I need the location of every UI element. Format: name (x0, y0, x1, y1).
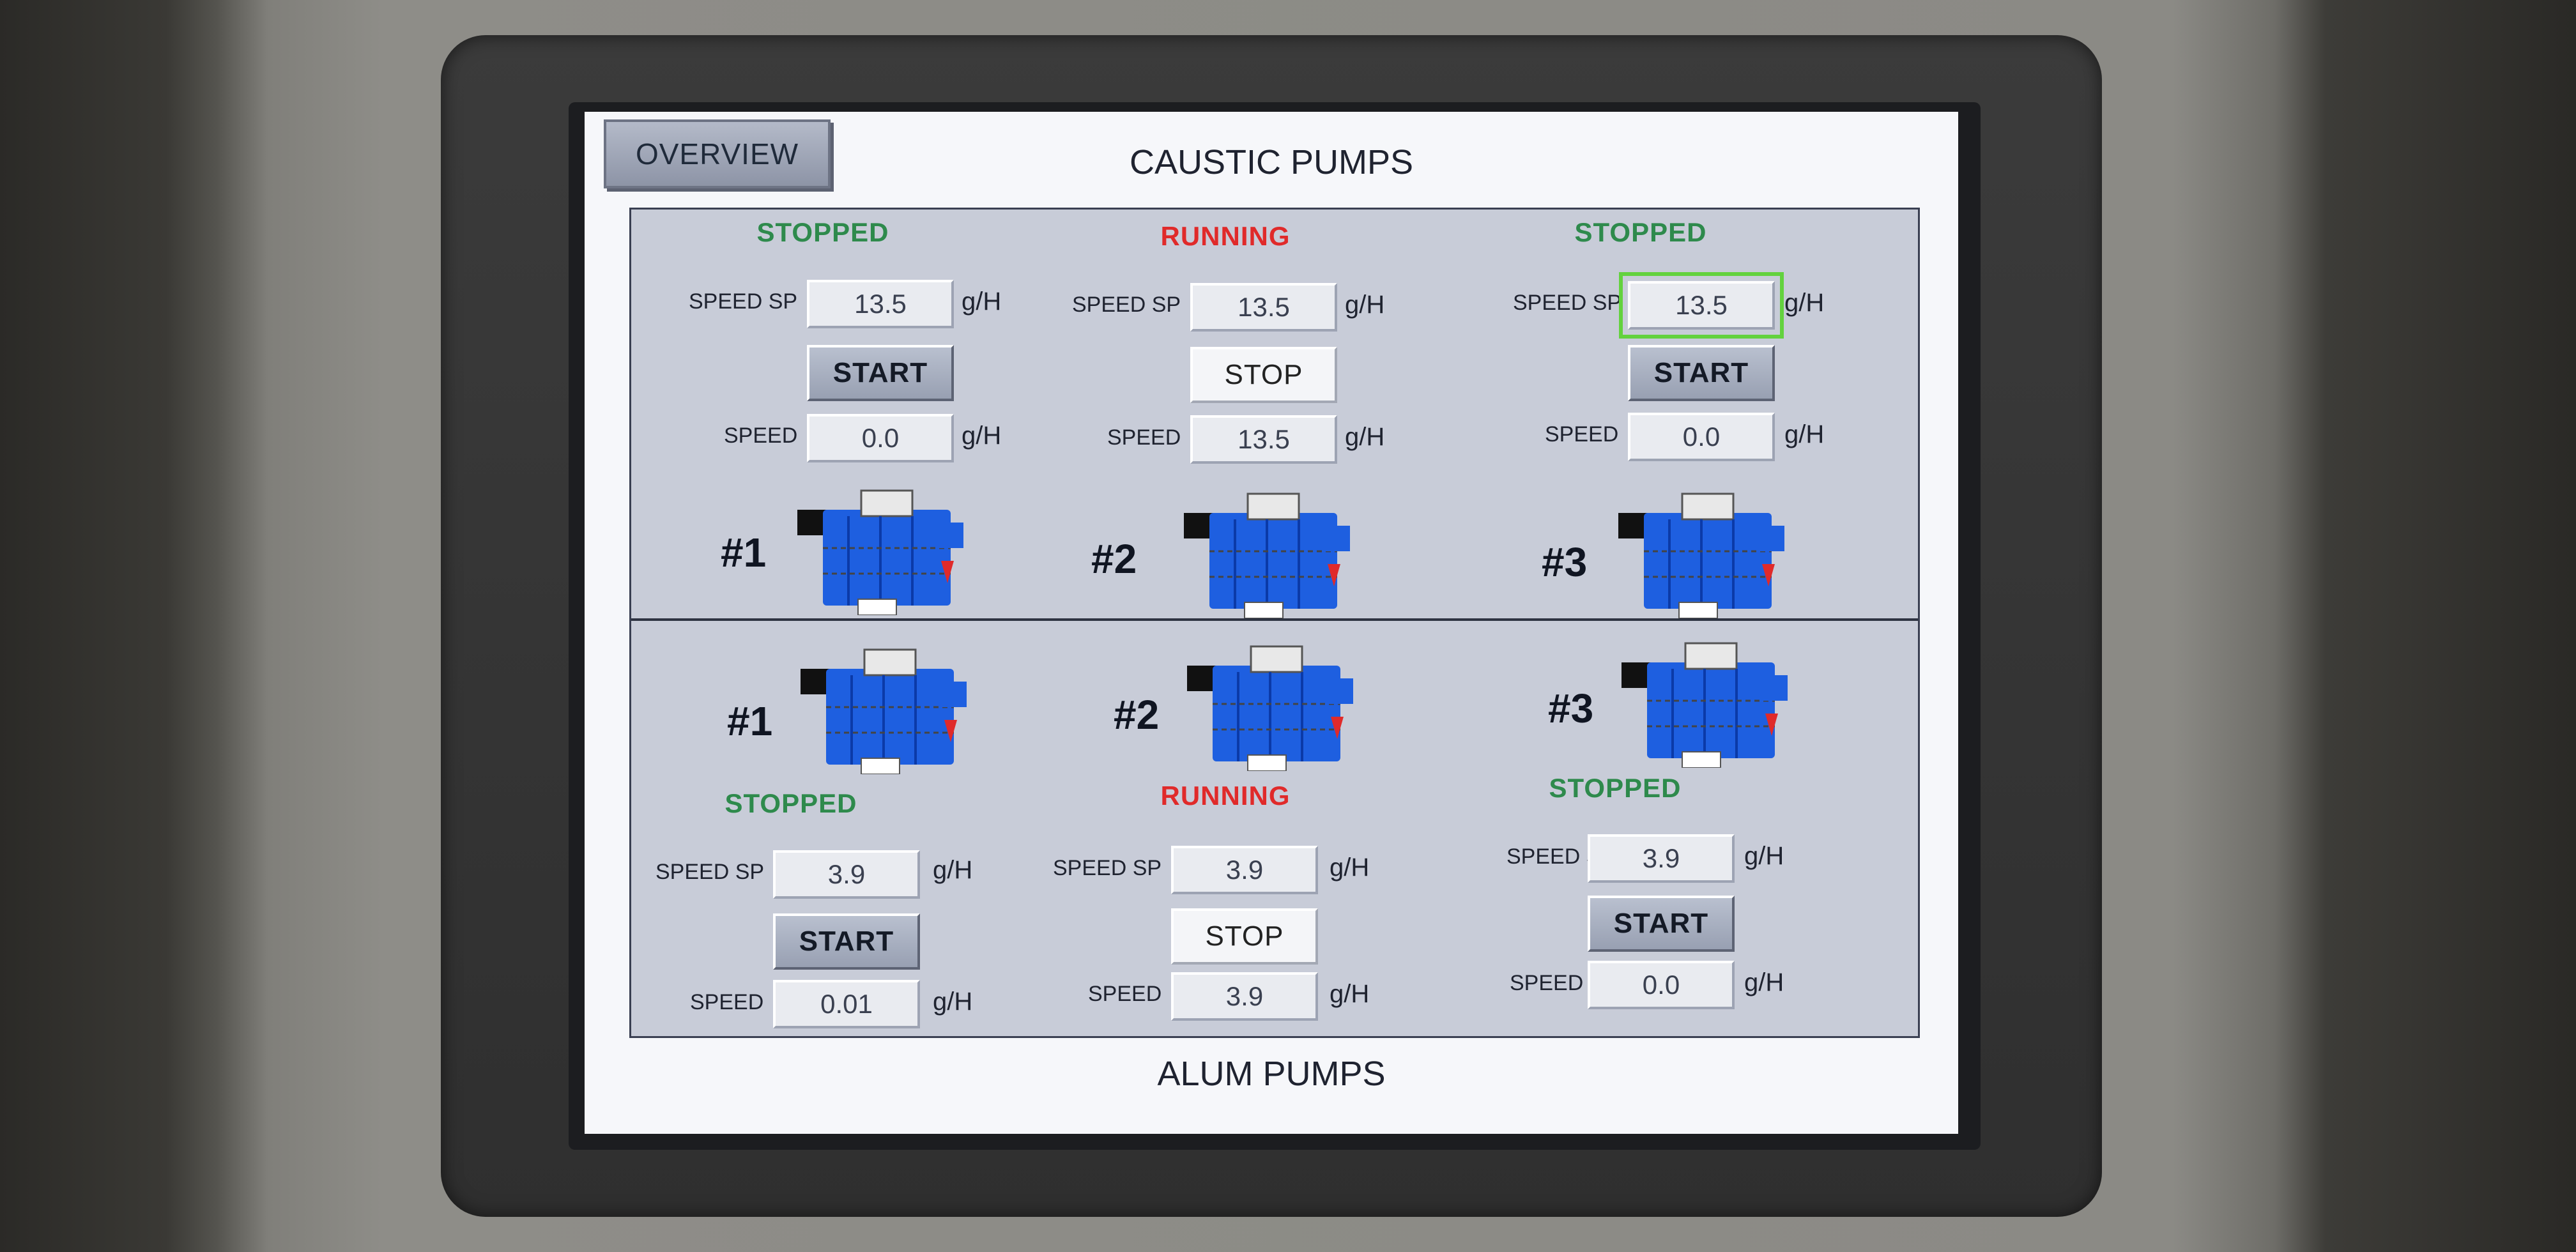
stop-button[interactable]: STOP (1171, 908, 1318, 965)
speed-label: SPEED (1510, 971, 1584, 995)
pump-icon (1187, 645, 1353, 771)
status-label: RUNNING (1160, 221, 1291, 251)
speed-sp-label: SPEED SP (1072, 293, 1181, 317)
caustic-pump-3: STOPPED SPEED SP 13.5 g/H START SPEED 0.… (1449, 210, 1858, 618)
speed-readout: 0.0 (807, 414, 954, 462)
speed-sp-label: SPEED SP (656, 860, 765, 884)
speed-sp-input[interactable]: 13.5 (807, 280, 954, 328)
speed-label: SPEED (1107, 425, 1181, 450)
speed-readout: 0.0 (1588, 961, 1735, 1009)
unit-label: g/H (1784, 289, 1825, 317)
unit-label: g/H (1345, 423, 1385, 451)
start-button[interactable]: START (1588, 896, 1735, 952)
pump-icon (797, 489, 963, 615)
speed-sp-input[interactable]: 13.5 (1619, 272, 1784, 339)
unit-label: g/H (1784, 420, 1825, 448)
alum-pump-2: #2 RUNNING SPEED SP 3.9 g/H STOP SPEED 3… (1040, 621, 1449, 1030)
unit-label: g/H (962, 422, 1002, 450)
status-label: STOPPED (1549, 773, 1682, 803)
pump-number: #2 (1091, 536, 1137, 582)
pump-number: #1 (721, 530, 767, 576)
unit-label: g/H (1345, 291, 1385, 319)
start-button[interactable]: START (1628, 345, 1775, 401)
pump-icon (1618, 492, 1784, 618)
pump-number: #3 (1542, 539, 1588, 585)
caustic-pump-2: RUNNING SPEED SP 13.5 g/H STOP SPEED 13.… (1040, 210, 1449, 618)
pump-icon (801, 648, 967, 774)
speed-readout: 3.9 (1171, 972, 1318, 1021)
pump-number: #2 (1114, 692, 1160, 738)
unit-label: g/H (1744, 968, 1784, 996)
unit-label: g/H (933, 856, 973, 884)
speed-label: SPEED (1545, 422, 1619, 447)
unit-label: g/H (1330, 853, 1370, 882)
status-label: STOPPED (724, 788, 857, 818)
pump-number: #3 (1548, 685, 1594, 731)
speed-readout: 13.5 (1190, 415, 1337, 464)
unit-label: g/H (962, 287, 1002, 316)
caustic-pump-1: STOPPED SPEED SP 13.5 g/H START SPEED 0.… (631, 210, 1040, 618)
status-label: STOPPED (1574, 217, 1707, 247)
speed-readout: 0.0 (1628, 413, 1775, 461)
speed-sp-label: SPEED SP (1053, 856, 1162, 880)
start-button[interactable]: START (773, 913, 920, 970)
status-label: STOPPED (756, 217, 889, 247)
speed-label: SPEED (1088, 982, 1162, 1006)
caustic-pumps-title: CAUSTIC PUMPS (1129, 143, 1414, 181)
status-label: RUNNING (1160, 781, 1291, 811)
pump-icon (1621, 642, 1788, 768)
alum-pump-3: #3 STOPPED SPEED SP 3.9 g/H START SPEED … (1449, 621, 1858, 1030)
speed-readout: 0.01 (773, 980, 920, 1028)
start-button[interactable]: START (807, 345, 954, 401)
speed-label: SPEED (724, 424, 798, 448)
speed-sp-label: SPEED SP (1513, 291, 1622, 315)
pumps-panel: STOPPED SPEED SP 13.5 g/H START SPEED 0.… (629, 208, 1920, 1038)
speed-sp-input[interactable]: 3.9 (773, 850, 920, 899)
unit-label: g/H (1744, 842, 1784, 870)
pump-icon (1184, 492, 1350, 618)
unit-label: g/H (933, 988, 973, 1016)
hmi-screen: OVERVIEW CAUSTIC PUMPS STOPPED SPEED SP … (585, 112, 1958, 1134)
stop-button[interactable]: STOP (1190, 347, 1337, 403)
pump-number: #1 (727, 698, 773, 744)
alum-pump-1: #1 STOPPED SPEED SP 3.9 g/H START SPEED … (631, 621, 1040, 1030)
speed-sp-label: SPEED SP (689, 289, 798, 314)
alum-pumps-title: ALUM PUMPS (1157, 1055, 1386, 1093)
speed-label: SPEED (690, 990, 764, 1014)
speed-sp-input[interactable]: 3.9 (1588, 834, 1735, 883)
speed-sp-input[interactable]: 3.9 (1171, 846, 1318, 894)
unit-label: g/H (1330, 980, 1370, 1008)
speed-sp-input[interactable]: 13.5 (1190, 283, 1337, 332)
